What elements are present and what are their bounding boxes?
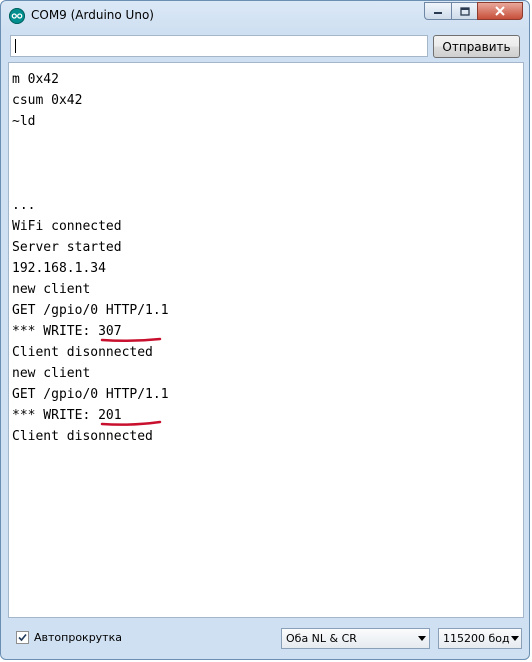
title-bar[interactable]: COM9 (Arduino Uno) xyxy=(1,1,529,31)
serial-input[interactable] xyxy=(10,35,428,57)
line-ending-value: Оба NL & CR xyxy=(286,632,357,645)
output-line: ... xyxy=(12,198,36,213)
baud-rate-select[interactable]: 115200 бод xyxy=(438,628,522,649)
text-caret xyxy=(15,39,16,53)
underline-annotation-201 xyxy=(100,420,162,426)
serial-output[interactable]: m 0x42 csum 0x42 ~ld... WiFi connected Serve… xyxy=(8,62,524,618)
output-line: GET /gpio/0 HTTP/1.1 xyxy=(12,387,169,402)
checkmark-icon xyxy=(18,633,27,642)
output-lines: m 0x42 csum 0x42 ~ld... WiFi connected Serve… xyxy=(12,69,169,447)
output-line: Server started xyxy=(12,240,122,255)
maximize-icon xyxy=(459,6,470,16)
window-title: COM9 (Arduino Uno) xyxy=(31,8,154,22)
autoscroll-toggle[interactable]: Автопрокрутка xyxy=(16,631,122,644)
minimize-button[interactable] xyxy=(424,2,451,20)
output-line: Client disonnected xyxy=(12,429,153,444)
status-bar: Автопрокрутка Оба NL & CR 115200 бод xyxy=(1,620,529,659)
close-icon xyxy=(495,6,505,16)
output-line: WiFi connected xyxy=(12,219,122,234)
output-line: m 0x42 xyxy=(12,72,59,87)
output-line xyxy=(12,174,169,195)
chevron-down-icon xyxy=(510,636,521,641)
autoscroll-label: Автопрокрутка xyxy=(34,631,122,644)
output-line: csum 0x42 xyxy=(12,93,83,108)
output-line: new client xyxy=(12,366,91,381)
output-line: Client disonnected xyxy=(12,345,153,360)
output-line xyxy=(12,132,169,153)
baud-rate-value: 115200 бод xyxy=(443,632,510,645)
close-button[interactable] xyxy=(477,2,523,20)
line-ending-select[interactable]: Оба NL & CR xyxy=(281,628,430,649)
output-line: GET /gpio/0 HTTP/1.1 xyxy=(12,303,169,318)
output-line xyxy=(12,153,169,174)
output-line: ~ld xyxy=(12,114,36,129)
output-line: 192.168.1.34 xyxy=(12,261,106,276)
maximize-button[interactable] xyxy=(451,2,477,20)
send-button[interactable]: Отправить xyxy=(433,35,520,58)
minimize-icon xyxy=(434,12,442,14)
send-row: Отправить xyxy=(10,34,522,60)
chevron-down-icon xyxy=(415,636,429,641)
arduino-logo-icon xyxy=(9,8,25,24)
autoscroll-checkbox[interactable] xyxy=(16,631,29,644)
underline-annotation-307 xyxy=(100,337,162,343)
output-line: new client xyxy=(12,282,91,297)
serial-monitor-window: COM9 (Arduino Uno) Отправить m 0x42 csum… xyxy=(0,0,530,660)
